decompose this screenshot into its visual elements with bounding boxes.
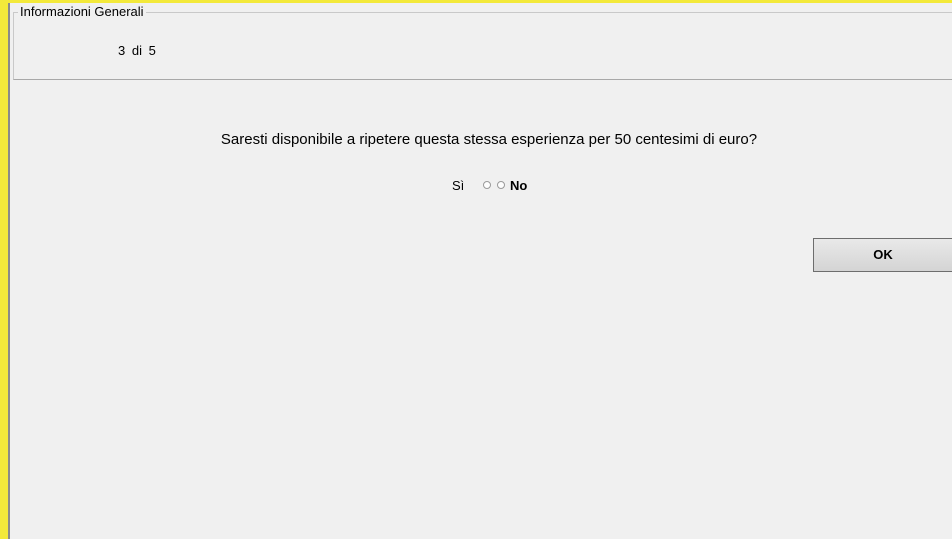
- progress-counter: 3 di 5: [118, 43, 156, 58]
- option-no-label: No: [510, 178, 528, 193]
- ok-button[interactable]: OK: [813, 238, 952, 272]
- info-groupbox-legend: Informazioni Generali: [18, 4, 146, 19]
- question-text: Saresti disponibile a ripetere questa st…: [220, 131, 758, 148]
- option-no-radio[interactable]: [497, 181, 505, 189]
- window-frame-accent-top: [0, 0, 952, 3]
- window-frame-accent-left: [0, 0, 8, 539]
- option-yes-label: Sì: [452, 178, 465, 193]
- info-groupbox-corner: [13, 12, 14, 18]
- option-yes-radio[interactable]: [483, 181, 491, 189]
- window-frame-border-left: [8, 3, 10, 539]
